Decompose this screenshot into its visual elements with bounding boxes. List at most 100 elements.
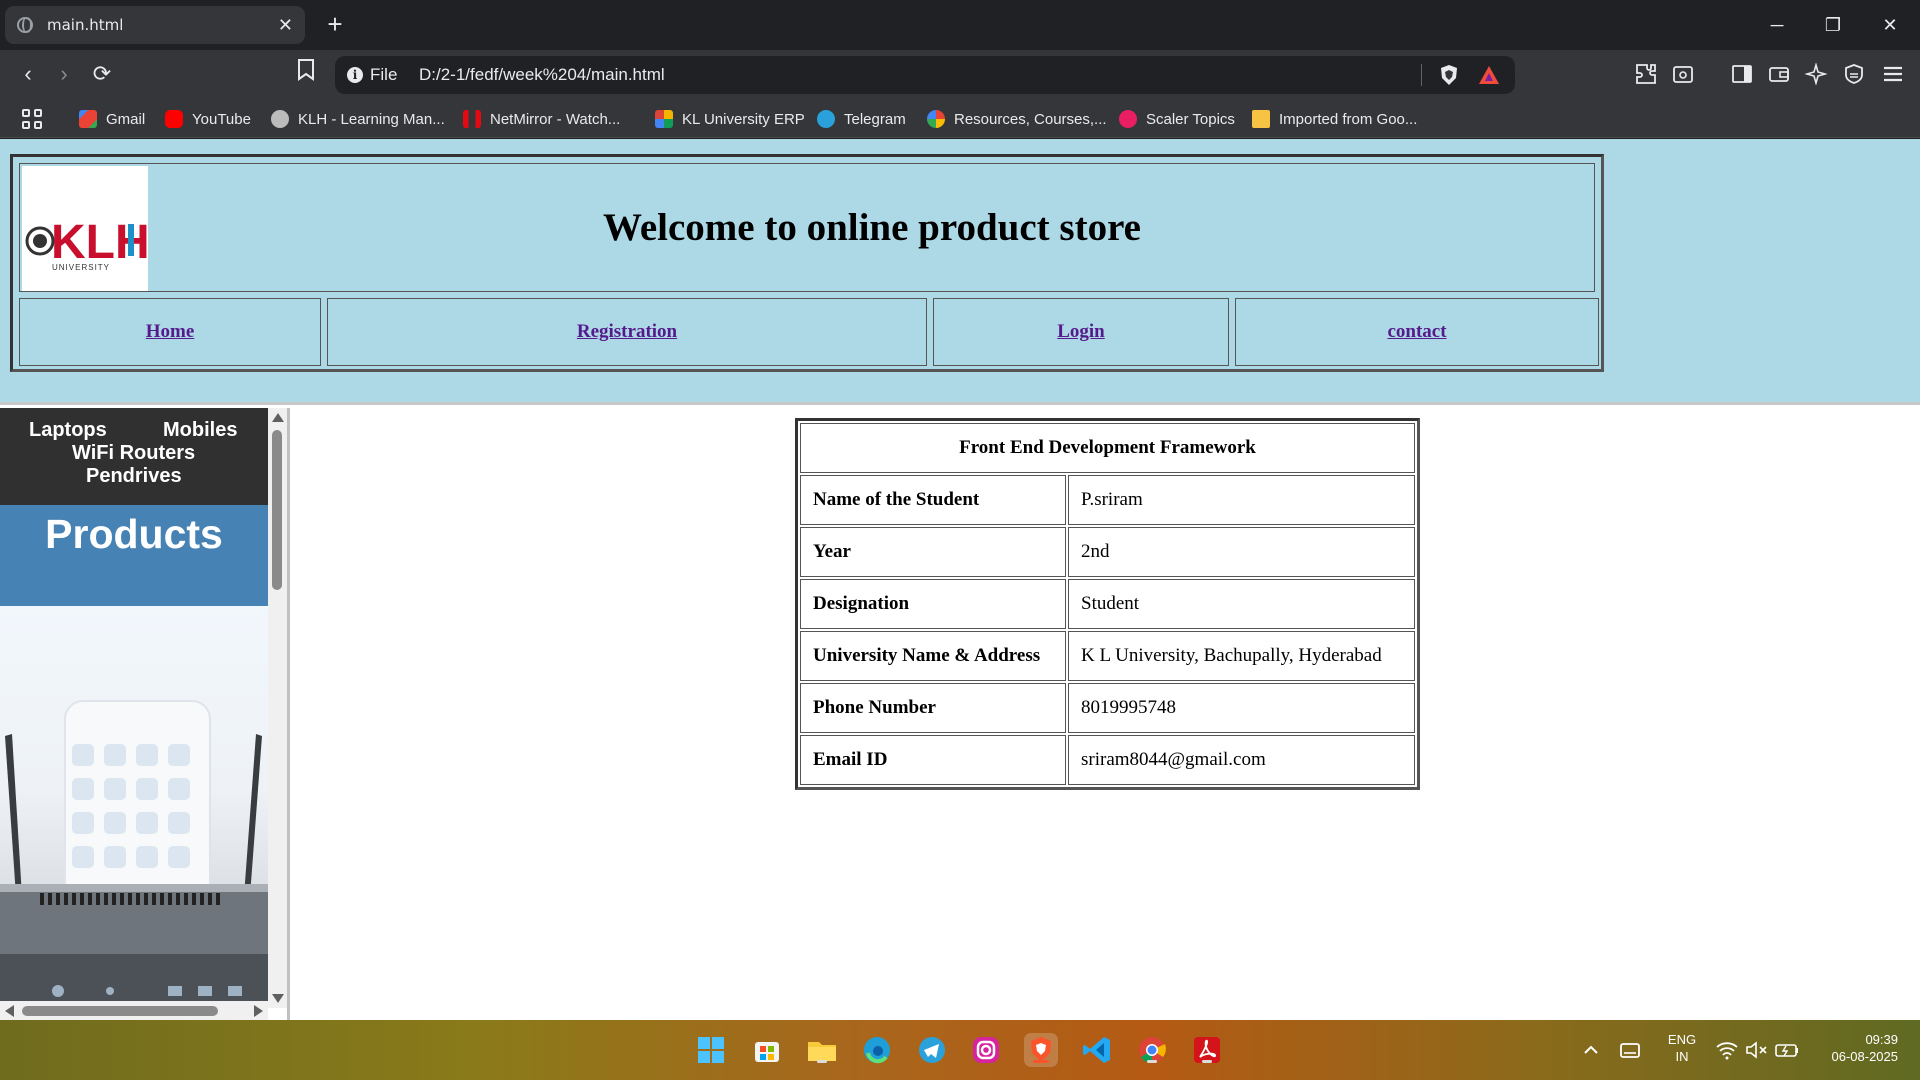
vpn-icon[interactable] [1841, 63, 1867, 89]
running-indicator [1202, 1060, 1212, 1063]
category-wifi-routers[interactable]: WiFi Routers [72, 442, 195, 465]
wallet-icon[interactable] [1766, 63, 1792, 89]
scroll-up-icon[interactable] [272, 413, 284, 422]
sidebar-vertical-scrollbar[interactable] [268, 408, 287, 1008]
leo-ai-icon[interactable] [1803, 62, 1829, 89]
row-value: Student [1068, 579, 1415, 629]
products-heading: Products [45, 511, 223, 557]
nav-link-contact[interactable]: contact [1387, 321, 1446, 343]
file-explorer-icon[interactable] [805, 1033, 839, 1067]
nav-link-home[interactable]: Home [146, 321, 195, 343]
telegram-icon [817, 110, 835, 128]
page-viewport: KLH UNIVERSITY Welcome to online product… [0, 139, 1920, 1020]
brave-rewards-icon[interactable] [1478, 64, 1500, 86]
student-info-table: Front End Development Framework Name of … [795, 418, 1420, 790]
battery-icon[interactable] [1772, 1033, 1802, 1067]
clock-time: 09:39 [1865, 1032, 1898, 1047]
url-scheme: File [370, 65, 398, 84]
bookmark-telegram[interactable]: Telegram [817, 108, 906, 130]
instagram-icon[interactable] [969, 1033, 1003, 1067]
volume-muted-icon[interactable] [1742, 1033, 1772, 1067]
nav-link-login[interactable]: Login [1057, 321, 1105, 343]
bookmark-gmail[interactable]: Gmail [79, 108, 145, 130]
row-value: K L University, Bachupally, Hyderabad [1068, 631, 1415, 681]
touch-keyboard-icon[interactable] [1615, 1033, 1645, 1067]
row-value: 2nd [1068, 527, 1415, 577]
new-tab-button[interactable]: + [320, 10, 350, 40]
scroll-thumb[interactable] [272, 430, 282, 590]
row-label: Phone Number [800, 683, 1066, 733]
bookmark-kl-erp[interactable]: KL University ERP [655, 108, 805, 130]
address-bar[interactable]: i File D:/2-1/fedf/week%204/main.html [335, 56, 1515, 94]
back-button[interactable]: ‹ [12, 59, 44, 91]
acrobat-icon[interactable] [1190, 1033, 1224, 1067]
scroll-right-icon[interactable] [254, 1005, 263, 1017]
horizontal-scroll-thumb[interactable] [22, 1006, 218, 1016]
clock[interactable]: 09:39 06-08-2025 [1812, 1031, 1912, 1065]
start-icon[interactable] [694, 1033, 728, 1067]
search-tabs-icon[interactable] [1670, 63, 1696, 89]
apps-grid-icon[interactable] [22, 109, 42, 129]
wifi-icon[interactable] [1712, 1033, 1742, 1067]
category-laptops[interactable]: Laptops [29, 419, 107, 442]
row-value: P.sriram [1068, 475, 1415, 525]
restore-button[interactable]: ❐ [1805, 0, 1861, 50]
row-label: University Name & Address [800, 631, 1066, 681]
nav-cell-contact: contact [1235, 298, 1599, 366]
tab-main-html[interactable]: main.html ✕ [5, 6, 305, 44]
row-label: Designation [800, 579, 1066, 629]
telegram-icon[interactable] [915, 1033, 949, 1067]
chrome-icon[interactable] [1135, 1033, 1169, 1067]
category-menu: Laptops Mobiles WiFi Routers Pendrives [0, 408, 268, 505]
reload-button[interactable]: ⟳ [86, 59, 118, 91]
url-text[interactable]: D:/2-1/fedf/week%204/main.html [419, 65, 665, 85]
vscode-icon[interactable] [1080, 1033, 1114, 1067]
bookmark-resources[interactable]: Resources, Courses,... [927, 108, 1107, 130]
category-mobiles[interactable]: Mobiles [163, 419, 237, 442]
language-code: ENG [1667, 1032, 1697, 1047]
close-window-button[interactable]: ✕ [1862, 0, 1918, 50]
bookmark-label: Resources, Courses,... [954, 110, 1107, 128]
store-icon[interactable] [750, 1033, 784, 1067]
scroll-down-icon[interactable] [272, 994, 284, 1003]
bookmark-klh[interactable]: KLH - Learning Man... [271, 108, 445, 130]
bookmark-netmirror[interactable]: NetMirror - Watch... [463, 108, 620, 130]
row-label: Name of the Student [800, 475, 1066, 525]
row-label: Email ID [800, 735, 1066, 785]
bookmark-imported[interactable]: Imported from Goo... [1252, 108, 1417, 130]
nav-link-registration[interactable]: Registration [577, 321, 677, 343]
netmirror-icon [463, 110, 481, 128]
chevron-up-icon[interactable] [1576, 1033, 1606, 1067]
active-indicator [1033, 1060, 1049, 1063]
bookmark-scaler[interactable]: Scaler Topics [1119, 108, 1235, 130]
brave-shield-icon[interactable] [1438, 64, 1460, 86]
site-info-icon[interactable]: i [347, 67, 363, 83]
header-table: KLH UNIVERSITY Welcome to online product… [10, 154, 1604, 372]
minimize-button[interactable]: ─ [1749, 0, 1805, 50]
brave-icon[interactable] [1024, 1033, 1058, 1067]
windows-taskbar: ENG IN 09:39 06-08-2025 [0, 1020, 1920, 1080]
bookmark-label: KLH - Learning Man... [298, 110, 445, 128]
scroll-left-icon[interactable] [5, 1005, 14, 1017]
sidebar-horizontal-scrollbar[interactable] [0, 1001, 268, 1020]
input-language[interactable]: ENG IN [1662, 1031, 1702, 1065]
edge-icon[interactable] [860, 1033, 894, 1067]
bookmark-icon[interactable] [290, 59, 322, 91]
nav-cell-registration: Registration [327, 298, 927, 366]
forward-button[interactable]: › [48, 59, 80, 91]
category-pendrives[interactable]: Pendrives [86, 465, 182, 488]
klh-icon [271, 110, 289, 128]
sidebar-icon[interactable] [1729, 63, 1755, 89]
tab-close-icon[interactable]: ✕ [278, 15, 293, 36]
omnibox-divider [1421, 64, 1422, 86]
region-code: IN [1675, 1049, 1689, 1064]
product-image [0, 606, 268, 1008]
nav-cell-home: Home [19, 298, 321, 366]
extensions-icon[interactable] [1633, 63, 1659, 89]
folder-icon [1252, 110, 1270, 128]
menu-icon[interactable] [1880, 63, 1906, 89]
table-row: Designation Student [800, 579, 1415, 629]
banner-cell: KLH UNIVERSITY Welcome to online product… [19, 163, 1595, 292]
content-frame: Front End Development Framework Name of … [293, 408, 1920, 1020]
bookmark-youtube[interactable]: YouTube [165, 108, 251, 130]
